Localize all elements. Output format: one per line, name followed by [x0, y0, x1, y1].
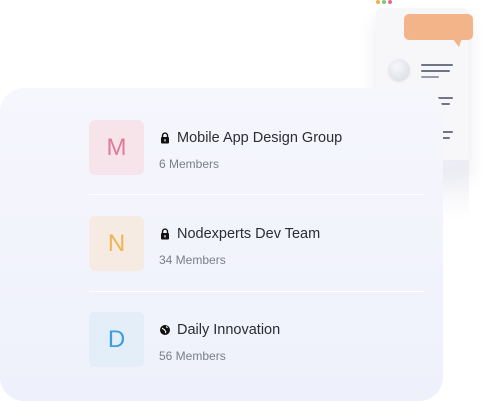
group-avatar: D	[89, 312, 144, 367]
member-count: 34 Members	[159, 253, 226, 267]
text-line	[421, 70, 450, 72]
group-avatar: M	[89, 120, 144, 175]
group-item-mobile-app-design[interactable]: M Mobile App Design Group 6 Members	[89, 120, 424, 176]
group-avatar: N	[89, 216, 144, 271]
window-dots	[376, 0, 392, 6]
lock-icon	[161, 228, 169, 240]
text-line	[421, 64, 453, 66]
group-name-line: Mobile App Design Group	[159, 130, 342, 146]
dot-icon	[388, 0, 392, 4]
group-item-nodexperts-dev-team[interactable]: N Nodexperts Dev Team 34 Members	[89, 216, 424, 272]
globe-icon	[160, 325, 170, 335]
group-name: Daily Innovation	[177, 322, 281, 338]
divider	[89, 194, 424, 195]
group-item-daily-innovation[interactable]: D Daily Innovation 56 Members	[89, 312, 424, 368]
dot-icon	[376, 0, 380, 4]
member-count: 6 Members	[159, 157, 220, 171]
member-count: 56 Members	[159, 349, 226, 363]
chat-bubble-tail	[452, 38, 462, 47]
chat-bubble-icon	[404, 14, 473, 40]
text-line	[421, 76, 439, 78]
lock-icon	[161, 132, 169, 144]
divider	[89, 291, 424, 292]
dot-icon	[382, 0, 386, 4]
groups-panel: M Mobile App Design Group 6 Members N No…	[0, 0, 483, 403]
group-name-line: Daily Innovation	[159, 322, 280, 338]
group-name: Mobile App Design Group	[177, 130, 343, 146]
avatar-placeholder-icon	[388, 59, 410, 81]
group-name: Nodexperts Dev Team	[177, 226, 321, 242]
group-name-line: Nodexperts Dev Team	[159, 226, 320, 242]
illustration-list-item	[388, 59, 458, 83]
